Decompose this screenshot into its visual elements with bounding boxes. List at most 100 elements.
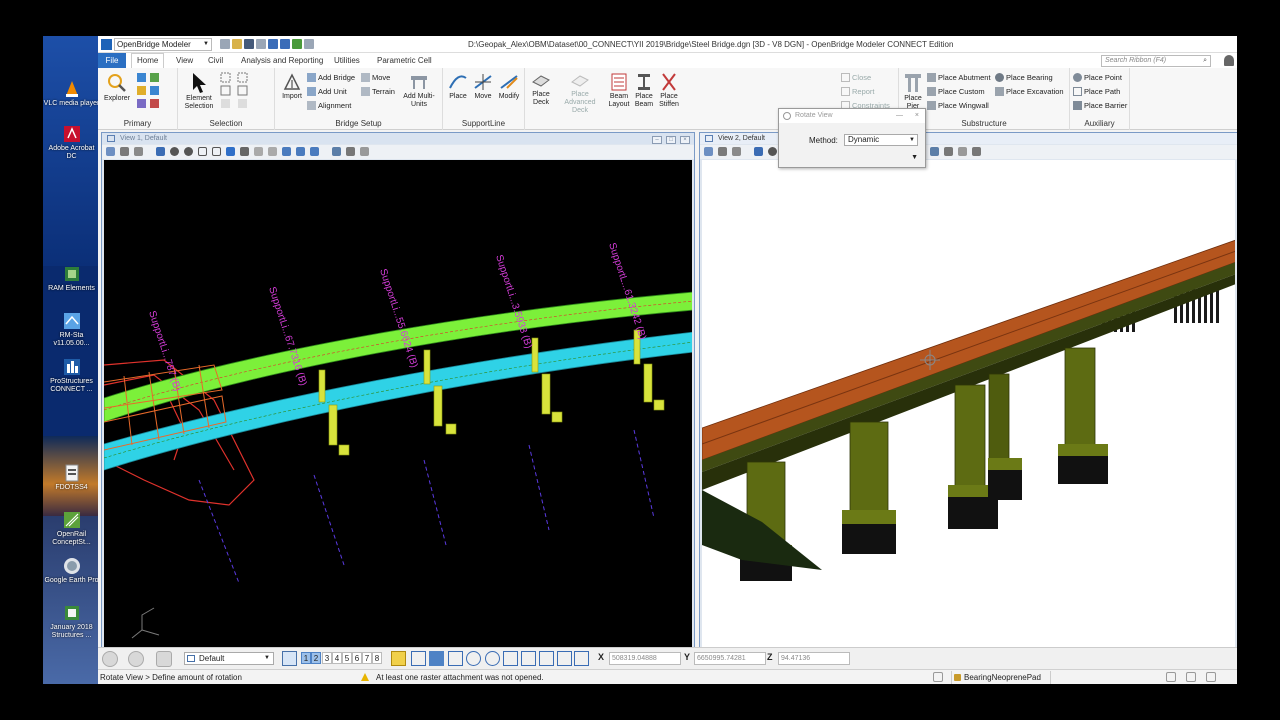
place-custom-button[interactable]: Place Custom — [927, 87, 985, 96]
close-button[interactable]: Close — [841, 73, 871, 82]
desktop-icon-prostructures[interactable]: ProStructures CONNECT ... — [43, 358, 100, 394]
pan-view-icon[interactable] — [240, 147, 249, 156]
view-groups-icon[interactable] — [282, 651, 297, 666]
snap-center-icon[interactable] — [466, 651, 481, 666]
view-2-window[interactable]: View 2, Default — [699, 132, 1237, 678]
method-dropdown[interactable]: Dynamic ▼ — [844, 134, 918, 146]
view-attributes-icon[interactable] — [106, 147, 115, 156]
desktop-icon-vlc[interactable]: VLC media player — [43, 80, 100, 108]
import-button[interactable]: Import — [278, 72, 306, 101]
print-icon[interactable] — [304, 39, 314, 49]
workflow-dropdown[interactable]: OpenBridge Modeler ▼ — [114, 38, 212, 51]
view-settings-icon[interactable] — [134, 147, 143, 156]
minimize-icon[interactable]: – — [652, 136, 662, 144]
rotate-view-icon[interactable] — [226, 147, 235, 156]
place-deck-button[interactable]: Place Deck — [527, 72, 555, 107]
attach-icon[interactable] — [292, 39, 302, 49]
snap-origin-icon[interactable] — [485, 651, 500, 666]
view-toggle-2[interactable]: 2 — [311, 652, 321, 664]
view-2-canvas[interactable] — [702, 160, 1235, 675]
close-icon[interactable]: × — [915, 109, 919, 123]
display-style-icon[interactable] — [718, 147, 727, 156]
z-coordinate-field[interactable]: 94.47136 — [778, 652, 850, 665]
desktop-icon-acrobat[interactable]: Adobe Acrobat DC — [43, 125, 100, 161]
accudraw-icon[interactable] — [391, 651, 406, 666]
update-view-icon[interactable] — [156, 147, 165, 156]
snap-intersection-icon[interactable] — [521, 651, 536, 666]
explorer-button[interactable]: Explorer — [102, 72, 132, 103]
snap-tangent-icon[interactable] — [539, 651, 554, 666]
home-icon[interactable] — [1206, 672, 1216, 682]
view-toggle-1[interactable]: 1 — [301, 652, 311, 664]
tab-civil[interactable]: Civil — [208, 56, 223, 65]
view-toggle-6[interactable]: 6 — [352, 652, 362, 664]
add-multi-units-button[interactable]: Add Multi-Units — [398, 72, 440, 109]
place-excavation-button[interactable]: Place Excavation — [995, 87, 1064, 96]
active-level-dropdown[interactable]: Default ▼ — [184, 652, 274, 665]
save-settings-icon[interactable] — [256, 39, 266, 49]
desktop-icon-openrail[interactable]: OpenRail ConceptSt... — [43, 511, 100, 547]
place-wingwall-button[interactable]: Place Wingwall — [927, 101, 989, 110]
move-supportline-button[interactable]: Move — [471, 72, 495, 101]
snap-mode-icon[interactable] — [574, 651, 589, 666]
clip-volume-icon[interactable] — [296, 147, 305, 156]
clip-mask-icon[interactable] — [310, 147, 319, 156]
view-1-window[interactable]: View 1, Default – □ × SupportLi...787 (B… — [101, 132, 695, 678]
modify-supportline-button[interactable]: Modify — [496, 72, 522, 101]
saved-views-icon[interactable] — [332, 147, 341, 156]
desktop-icon-ram-elements[interactable]: RAM Elements — [43, 265, 100, 293]
view-toggle-5[interactable]: 5 — [342, 652, 352, 664]
view-more-icon[interactable] — [958, 147, 967, 156]
place-bearing-button[interactable]: Place Bearing — [995, 73, 1053, 82]
view-toggle-7[interactable]: 7 — [362, 652, 372, 664]
view-attributes-icon[interactable] — [704, 147, 713, 156]
view-toggle-3[interactable]: 3 — [322, 652, 332, 664]
forward-icon[interactable] — [128, 651, 144, 667]
add-unit-button[interactable]: Add Unit — [307, 87, 347, 96]
add-bridge-button[interactable]: Add Bridge — [307, 73, 355, 82]
element-selection-button[interactable]: Element Selection — [181, 72, 217, 111]
place-supportline-button[interactable]: Place — [446, 72, 470, 101]
place-pier-button[interactable]: Place Pier — [901, 72, 925, 111]
display-style-icon[interactable] — [120, 147, 129, 156]
new-file-icon[interactable] — [220, 39, 230, 49]
close-icon[interactable]: × — [680, 136, 690, 144]
expand-dialog-icon[interactable]: ▼ — [911, 154, 918, 161]
view-next-icon[interactable] — [268, 147, 277, 156]
x-coordinate-field[interactable]: 508319.04888 — [609, 652, 681, 665]
grid-icon[interactable] — [1166, 672, 1176, 682]
user-icon[interactable] — [1224, 55, 1234, 66]
back-icon[interactable] — [102, 651, 118, 667]
saved-views-icon[interactable] — [930, 147, 939, 156]
open-file-icon[interactable] — [232, 39, 242, 49]
alignment-button[interactable]: Alignment — [307, 101, 351, 110]
snap-bisector-icon[interactable] — [503, 651, 518, 666]
snap-midpoint-icon[interactable] — [448, 651, 463, 666]
rotate-view-dialog-titlebar[interactable]: Rotate View — × — [779, 109, 925, 123]
ribbon-search-input[interactable]: Search Ribbon (F4) ⌕ — [1101, 55, 1211, 67]
tab-view[interactable]: View — [176, 56, 193, 65]
attributes-icon[interactable] — [156, 651, 172, 667]
view-1-titlebar[interactable]: View 1, Default – □ × — [102, 133, 694, 144]
zoom-out-icon[interactable] — [184, 147, 193, 156]
snap-line-icon[interactable] — [411, 651, 426, 666]
tab-home[interactable]: Home — [131, 53, 165, 68]
tab-parametric-cell[interactable]: Parametric Cell — [377, 56, 432, 65]
maximize-icon[interactable]: □ — [666, 136, 676, 144]
move-bridge-button[interactable]: Move — [361, 73, 390, 82]
minimize-icon[interactable]: — — [896, 109, 903, 123]
camera-icon[interactable] — [282, 147, 291, 156]
primary-small-tools-icon[interactable] — [136, 72, 172, 110]
desktop-icon-google-earth[interactable]: Google Earth Pro — [43, 557, 100, 585]
zoom-in-icon[interactable] — [768, 147, 777, 156]
model-icon[interactable] — [1186, 672, 1196, 682]
place-abutment-button[interactable]: Place Abutment — [927, 73, 991, 82]
save-icon[interactable] — [244, 39, 254, 49]
desktop-icon-structures-folder[interactable]: January 2018 Structures ... — [43, 604, 100, 640]
snap-perpendicular-icon[interactable] — [557, 651, 572, 666]
edit-icon[interactable] — [933, 672, 943, 682]
view-previous-icon[interactable] — [254, 147, 263, 156]
view-settings-icon[interactable] — [732, 147, 741, 156]
place-point-button[interactable]: Place Point — [1073, 73, 1122, 82]
tab-analysis-and-reporting[interactable]: Analysis and Reporting — [241, 56, 323, 65]
